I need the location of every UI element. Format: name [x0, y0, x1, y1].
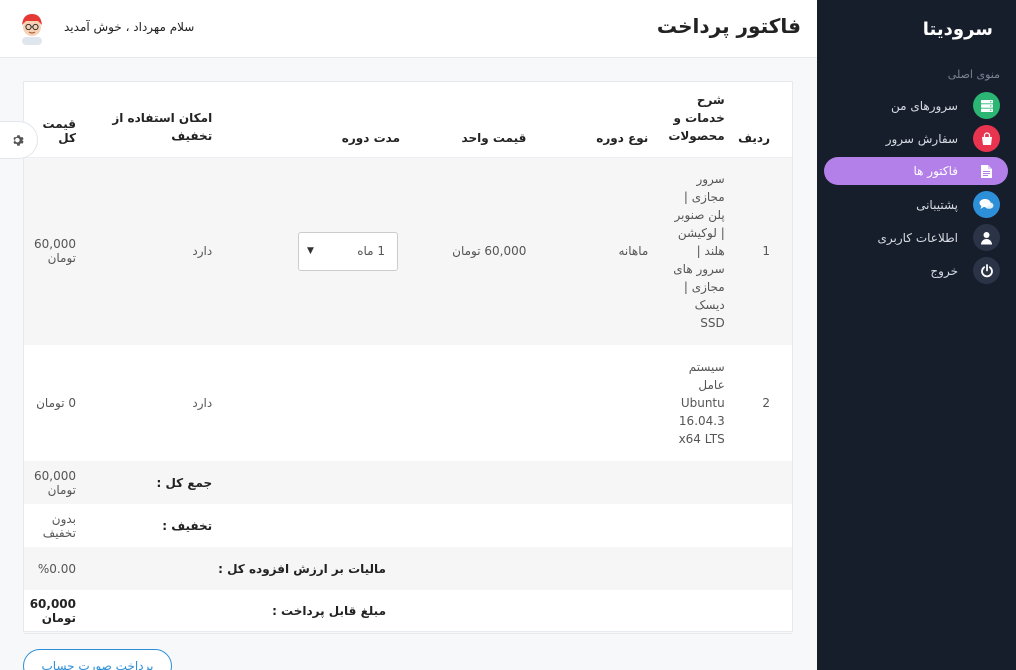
settings-toggle[interactable] [0, 121, 38, 159]
power-icon [973, 257, 1000, 284]
row-discount: دارد [192, 244, 213, 259]
summary-row-subtotal: جمع کل : 60,000 تومان [24, 461, 792, 504]
summary-value: 60,000 تومان [34, 468, 76, 497]
invoice-table: ردیف شرح خدمات و محصولات نوع دوره قیمت و… [24, 82, 792, 634]
column-header-description: شرح خدمات و محصولات [668, 92, 725, 143]
gear-icon [13, 134, 24, 146]
summary-label: تخفیف : [162, 518, 213, 533]
invoice-card: ردیف شرح خدمات و محصولات نوع دوره قیمت و… [23, 81, 793, 634]
sidebar-item-label: سفارش سرور [885, 131, 958, 146]
table-row: 1 سرور مجازی | پلن صنوبر | لوکیشن هلند |… [24, 157, 792, 345]
user-greeting: سلام مهرداد ، خوش آمدید [64, 20, 195, 34]
summary-row-discount: تخفیف : بدون تخفیف [24, 504, 792, 547]
summary-label: مبلغ قابل پرداخت : [272, 604, 386, 619]
summary-value: %0.00 [37, 561, 76, 576]
summary-label: مالیات بر ارزش افزوده کل : [218, 561, 386, 576]
column-header-index: ردیف [738, 130, 770, 145]
row-duration [244, 345, 418, 461]
row-total: 60,000 تومان [34, 237, 76, 266]
sidebar-item-label: سرورهای من [890, 98, 958, 113]
sidebar-item-my-servers[interactable]: سرورهای من [817, 89, 1016, 122]
row-period-type [544, 345, 668, 461]
table-header-row: ردیف شرح خدمات و محصولات نوع دوره قیمت و… [24, 82, 792, 157]
summary-value: 60,000 تومان [24, 590, 104, 634]
sidebar-item-logout[interactable]: خروج [817, 254, 1016, 287]
row-unit-price [418, 345, 544, 461]
column-header-period-type: نوع دوره [596, 130, 649, 145]
top-header: فاکتور پرداخت سلام مهرداد ، خوش آمدید [0, 0, 817, 58]
row-description: سیستم عامل Ubuntu 16.04.3 x64 LTS [678, 360, 725, 446]
row-period-type: ماهانه [618, 244, 649, 259]
caret-down-icon: ▼ [307, 246, 314, 257]
summary-row-tax: مالیات بر ارزش افزوده کل : %0.00 [24, 547, 792, 590]
column-header-discount: امکان استفاده از تخفیف [112, 110, 213, 143]
sidebar: سرودیتا منوی اصلی سرورهای من سفارش سرور … [817, 0, 1016, 670]
brand-logo[interactable]: سرودیتا [817, 0, 1016, 58]
sidebar-item-user-info[interactable]: اطلاعات کاربری [817, 221, 1016, 254]
sidebar-item-label: خروج [930, 263, 958, 278]
pay-invoice-button[interactable]: پرداخت صورت حساب [23, 649, 172, 670]
summary-row-payable: مبلغ قابل پرداخت : 60,000 تومان [24, 590, 792, 634]
shopping-bag-icon [973, 125, 1000, 152]
sidebar-item-support[interactable]: پشتیبانی [817, 188, 1016, 221]
sidebar-item-label: پشتیبانی [916, 197, 958, 212]
table-row: 2 سیستم عامل Ubuntu 16.04.3 x64 LTS دارد… [24, 345, 792, 461]
menu-caption: منوی اصلی [947, 68, 1000, 81]
server-icon [973, 92, 1000, 119]
user-avatar-icon [22, 14, 42, 45]
chat-icon [973, 191, 1000, 218]
row-total: 0 تومان [36, 396, 76, 410]
sidebar-item-invoices[interactable]: فاکتور ها [824, 157, 1008, 185]
sidebar-item-label: فاکتور ها [913, 164, 958, 178]
column-header-unit-price: قیمت واحد [461, 130, 527, 145]
user-icon [973, 224, 1000, 251]
column-header-duration: مدت دوره [341, 130, 401, 145]
sidebar-menu: سرورهای من سفارش سرور فاکتور ها پشتیبانی… [817, 89, 1016, 287]
duration-select-value: 1 ماه [357, 244, 386, 259]
page-title: فاکتور پرداخت [656, 14, 801, 38]
sidebar-item-order-server[interactable]: سفارش سرور [817, 122, 1016, 155]
row-description: سرور مجازی | پلن صنوبر | لوکیشن هلند | س… [673, 172, 725, 331]
row-index: 1 [762, 244, 770, 259]
row-duration: 1 ماه ▼ [244, 157, 418, 345]
avatar[interactable] [18, 11, 46, 45]
row-index: 2 [762, 396, 770, 410]
document-icon [973, 158, 999, 184]
row-unit-price: 60,000 تومان [452, 244, 527, 259]
summary-label: جمع کل : [156, 475, 213, 490]
row-discount: دارد [192, 396, 213, 410]
duration-select[interactable]: 1 ماه ▼ [298, 231, 399, 271]
sidebar-item-label: اطلاعات کاربری [877, 230, 959, 245]
summary-value: بدون تخفیف [42, 511, 76, 540]
